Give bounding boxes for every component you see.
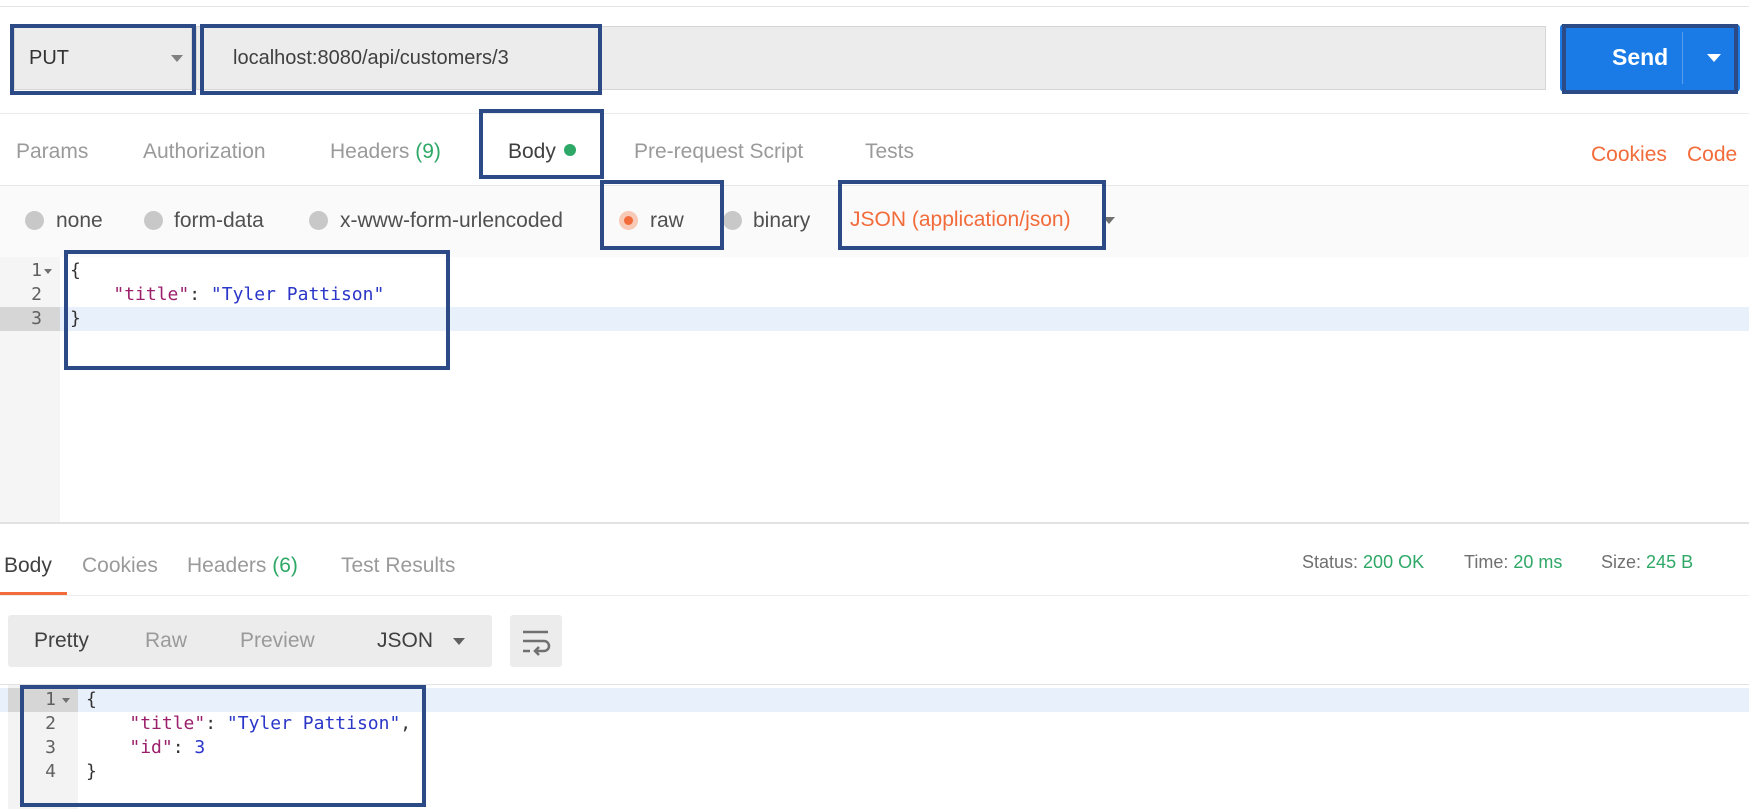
radio-form-data[interactable] xyxy=(144,211,163,230)
response-tab-headers[interactable]: Headers (6) xyxy=(187,554,298,578)
active-tab-underline xyxy=(482,176,600,179)
send-button[interactable]: Send xyxy=(1560,24,1740,92)
response-headers-label: Headers xyxy=(187,554,267,577)
wrap-lines-button[interactable] xyxy=(510,615,562,667)
radio-urlencoded[interactable] xyxy=(309,211,328,230)
response-body-viewer[interactable]: 1 { 2 "title": "Tyler Pattison", 3 "id":… xyxy=(0,684,1749,809)
chevron-down-icon xyxy=(453,638,465,645)
radio-form-data-label: form-data xyxy=(174,209,264,232)
line-number: 2 xyxy=(31,284,42,305)
method-select[interactable]: PUT xyxy=(14,26,192,90)
send-divider xyxy=(1682,32,1683,84)
response-tab-cookies[interactable]: Cookies xyxy=(82,554,158,578)
radio-raw[interactable] xyxy=(619,211,638,230)
code-link[interactable]: Code xyxy=(1687,143,1737,167)
response-code-line: 2 "title": "Tyler Pattison", xyxy=(0,712,1749,736)
wrap-lines-icon xyxy=(523,630,551,656)
tab-headers[interactable]: Headers (9) xyxy=(330,140,441,164)
code-text: "title": "Tyler Pattison" xyxy=(113,284,385,305)
code-text: { xyxy=(70,260,81,281)
tabs-divider xyxy=(0,113,1749,114)
code-text: { xyxy=(86,689,97,710)
size-value: 245 B xyxy=(1646,552,1694,572)
top-border xyxy=(0,0,1749,7)
tab-headers-label: Headers xyxy=(330,140,410,163)
status-info: Status: 200 OK xyxy=(1302,552,1425,572)
response-tab-body[interactable]: Body xyxy=(4,554,52,578)
url-input[interactable]: localhost:8080/api/customers/3 xyxy=(196,26,1546,90)
response-headers-count: (6) xyxy=(272,554,298,577)
format-value: JSON xyxy=(377,629,434,652)
code-text: "title": "Tyler Pattison", xyxy=(129,713,412,734)
time-value: 20 ms xyxy=(1513,552,1563,572)
response-code-line-active: 1 { xyxy=(0,688,1749,712)
response-tab-test-results[interactable]: Test Results xyxy=(341,554,455,578)
code-line-active: 3 } xyxy=(0,307,1749,331)
line-number: 3 xyxy=(31,308,42,329)
format-select[interactable]: JSON xyxy=(361,615,492,667)
view-raw-button[interactable]: Raw xyxy=(145,629,187,653)
radio-binary-label: binary xyxy=(753,209,811,232)
code-text: } xyxy=(70,308,81,329)
tab-tests[interactable]: Tests xyxy=(865,140,914,164)
size-info[interactable]: Size: 245 B xyxy=(1601,552,1693,573)
view-mode-group: Pretty Raw Preview xyxy=(8,615,374,667)
line-number: 1 xyxy=(31,260,42,281)
code-line: 1 { xyxy=(0,259,1749,283)
tab-prerequest-script[interactable]: Pre-request Script xyxy=(634,140,803,164)
response-tabs-divider xyxy=(0,595,1749,596)
body-indicator-dot xyxy=(563,144,576,157)
request-body-editor[interactable]: 1 { 2 "title": "Tyler Pattison" 3 } xyxy=(0,257,1749,522)
response-divider xyxy=(0,522,1749,524)
view-pretty-button[interactable]: Pretty xyxy=(34,629,89,653)
radio-none[interactable] xyxy=(25,211,44,230)
tab-params[interactable]: Params xyxy=(16,140,88,164)
response-code-line: 3 "id": 3 xyxy=(0,736,1749,760)
response-code-line: 4 } xyxy=(0,760,1749,784)
chevron-down-icon xyxy=(171,55,183,62)
method-value: PUT xyxy=(29,47,69,69)
line-number: 3 xyxy=(45,737,56,758)
code-text: "id": 3 xyxy=(129,737,206,758)
radio-none-label: none xyxy=(56,209,103,232)
fold-caret-icon[interactable] xyxy=(62,698,70,703)
code-line: 2 "title": "Tyler Pattison" xyxy=(0,283,1749,307)
tab-body[interactable]: Body xyxy=(508,140,576,164)
send-label: Send xyxy=(1612,44,1669,70)
radio-raw-label: raw xyxy=(650,209,684,232)
radio-binary[interactable] xyxy=(723,211,742,230)
status-value: 200 OK xyxy=(1363,552,1425,572)
time-info: Time: 20 ms xyxy=(1464,552,1563,572)
code-text: } xyxy=(86,761,97,782)
line-number: 4 xyxy=(45,761,56,782)
headers-count: (9) xyxy=(415,140,441,163)
line-number: 1 xyxy=(45,689,56,710)
tab-authorization[interactable]: Authorization xyxy=(143,140,266,164)
content-type-chevron-icon[interactable] xyxy=(1103,217,1115,224)
radio-urlencoded-label: x-www-form-urlencoded xyxy=(340,209,563,232)
url-value: localhost:8080/api/customers/3 xyxy=(233,47,509,69)
view-preview-button[interactable]: Preview xyxy=(240,629,315,653)
content-type-select[interactable]: JSON (application/json) xyxy=(850,208,1071,232)
fold-caret-icon[interactable] xyxy=(44,269,52,274)
send-options-chevron-icon[interactable] xyxy=(1707,54,1721,62)
tab-body-label: Body xyxy=(508,140,556,163)
line-number: 2 xyxy=(45,713,56,734)
cookies-link[interactable]: Cookies xyxy=(1591,143,1667,167)
